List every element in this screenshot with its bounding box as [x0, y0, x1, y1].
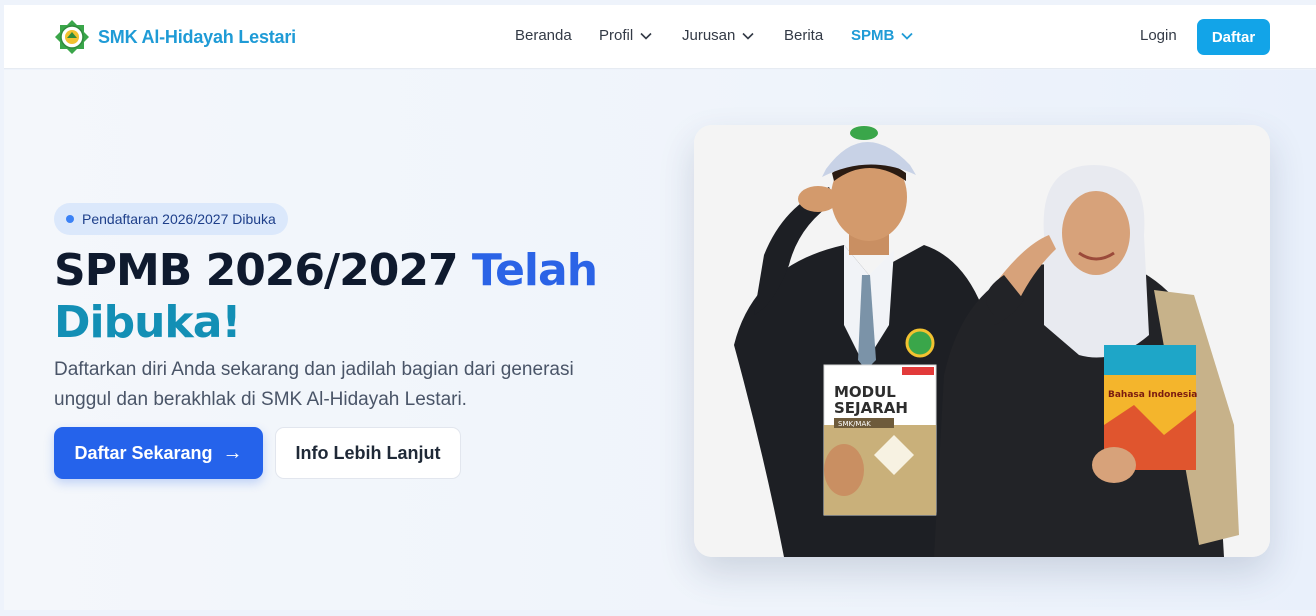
- register-button[interactable]: Daftar: [1197, 19, 1270, 55]
- nav-label: SPMB: [851, 27, 895, 44]
- main-nav: Beranda Profil Jurusan Berita SPMB: [4, 5, 1316, 69]
- more-info-button[interactable]: Info Lebih Lanjut: [275, 427, 461, 479]
- nav-item-berita[interactable]: Berita: [784, 27, 823, 44]
- nav-label: Berita: [784, 27, 824, 44]
- hero-description: Daftarkan diri Anda sekarang dan jadilah…: [54, 359, 574, 410]
- hero-photo: MODUL SEJARAH SMK/MAK Bahasa Indonesia: [694, 125, 1270, 557]
- register-now-button[interactable]: Daftar Sekarang →: [54, 427, 263, 479]
- login-link[interactable]: Login: [1140, 27, 1177, 44]
- badge-label: Pendaftaran 2026/2027 Dibuka: [82, 211, 276, 227]
- chevron-down-icon: [901, 32, 913, 40]
- registration-open-badge: Pendaftaran 2026/2027 Dibuka: [54, 203, 288, 235]
- students-illustration: MODUL SEJARAH SMK/MAK Bahasa Indonesia: [694, 125, 1270, 557]
- book-right-title: Bahasa Indonesia: [1108, 390, 1197, 400]
- book-title-line3: SMK/MAK: [838, 420, 871, 428]
- nav-label: Jurusan: [682, 27, 736, 44]
- nav-item-profil[interactable]: Profil: [599, 27, 652, 44]
- nav-item-beranda[interactable]: Beranda: [515, 27, 572, 44]
- chevron-down-icon: [742, 32, 754, 40]
- nav-label: Beranda: [515, 27, 572, 44]
- status-dot-icon: [66, 215, 74, 223]
- nav-label: Profil: [599, 27, 634, 44]
- hero-title: SPMB 2026/2027 Telah Dibuka!: [54, 245, 614, 349]
- title-part-highlight: Telah: [471, 245, 598, 296]
- button-label: Daftar Sekarang: [74, 442, 213, 463]
- arrow-right-icon: →: [222, 441, 243, 464]
- site-header: SMK Al-Hidayah Lestari Beranda Profil Ju…: [4, 5, 1316, 69]
- button-label: Info Lebih Lanjut: [295, 442, 441, 463]
- chevron-down-icon: [640, 32, 652, 40]
- book-title-line2: SEJARAH: [834, 399, 908, 417]
- nav-item-spmb[interactable]: SPMB: [851, 27, 913, 44]
- title-part-highlight-2: Dibuka!: [54, 297, 241, 348]
- title-part-main: SPMB 2026/2027: [54, 245, 459, 296]
- nav-item-jurusan[interactable]: Jurusan: [682, 27, 754, 44]
